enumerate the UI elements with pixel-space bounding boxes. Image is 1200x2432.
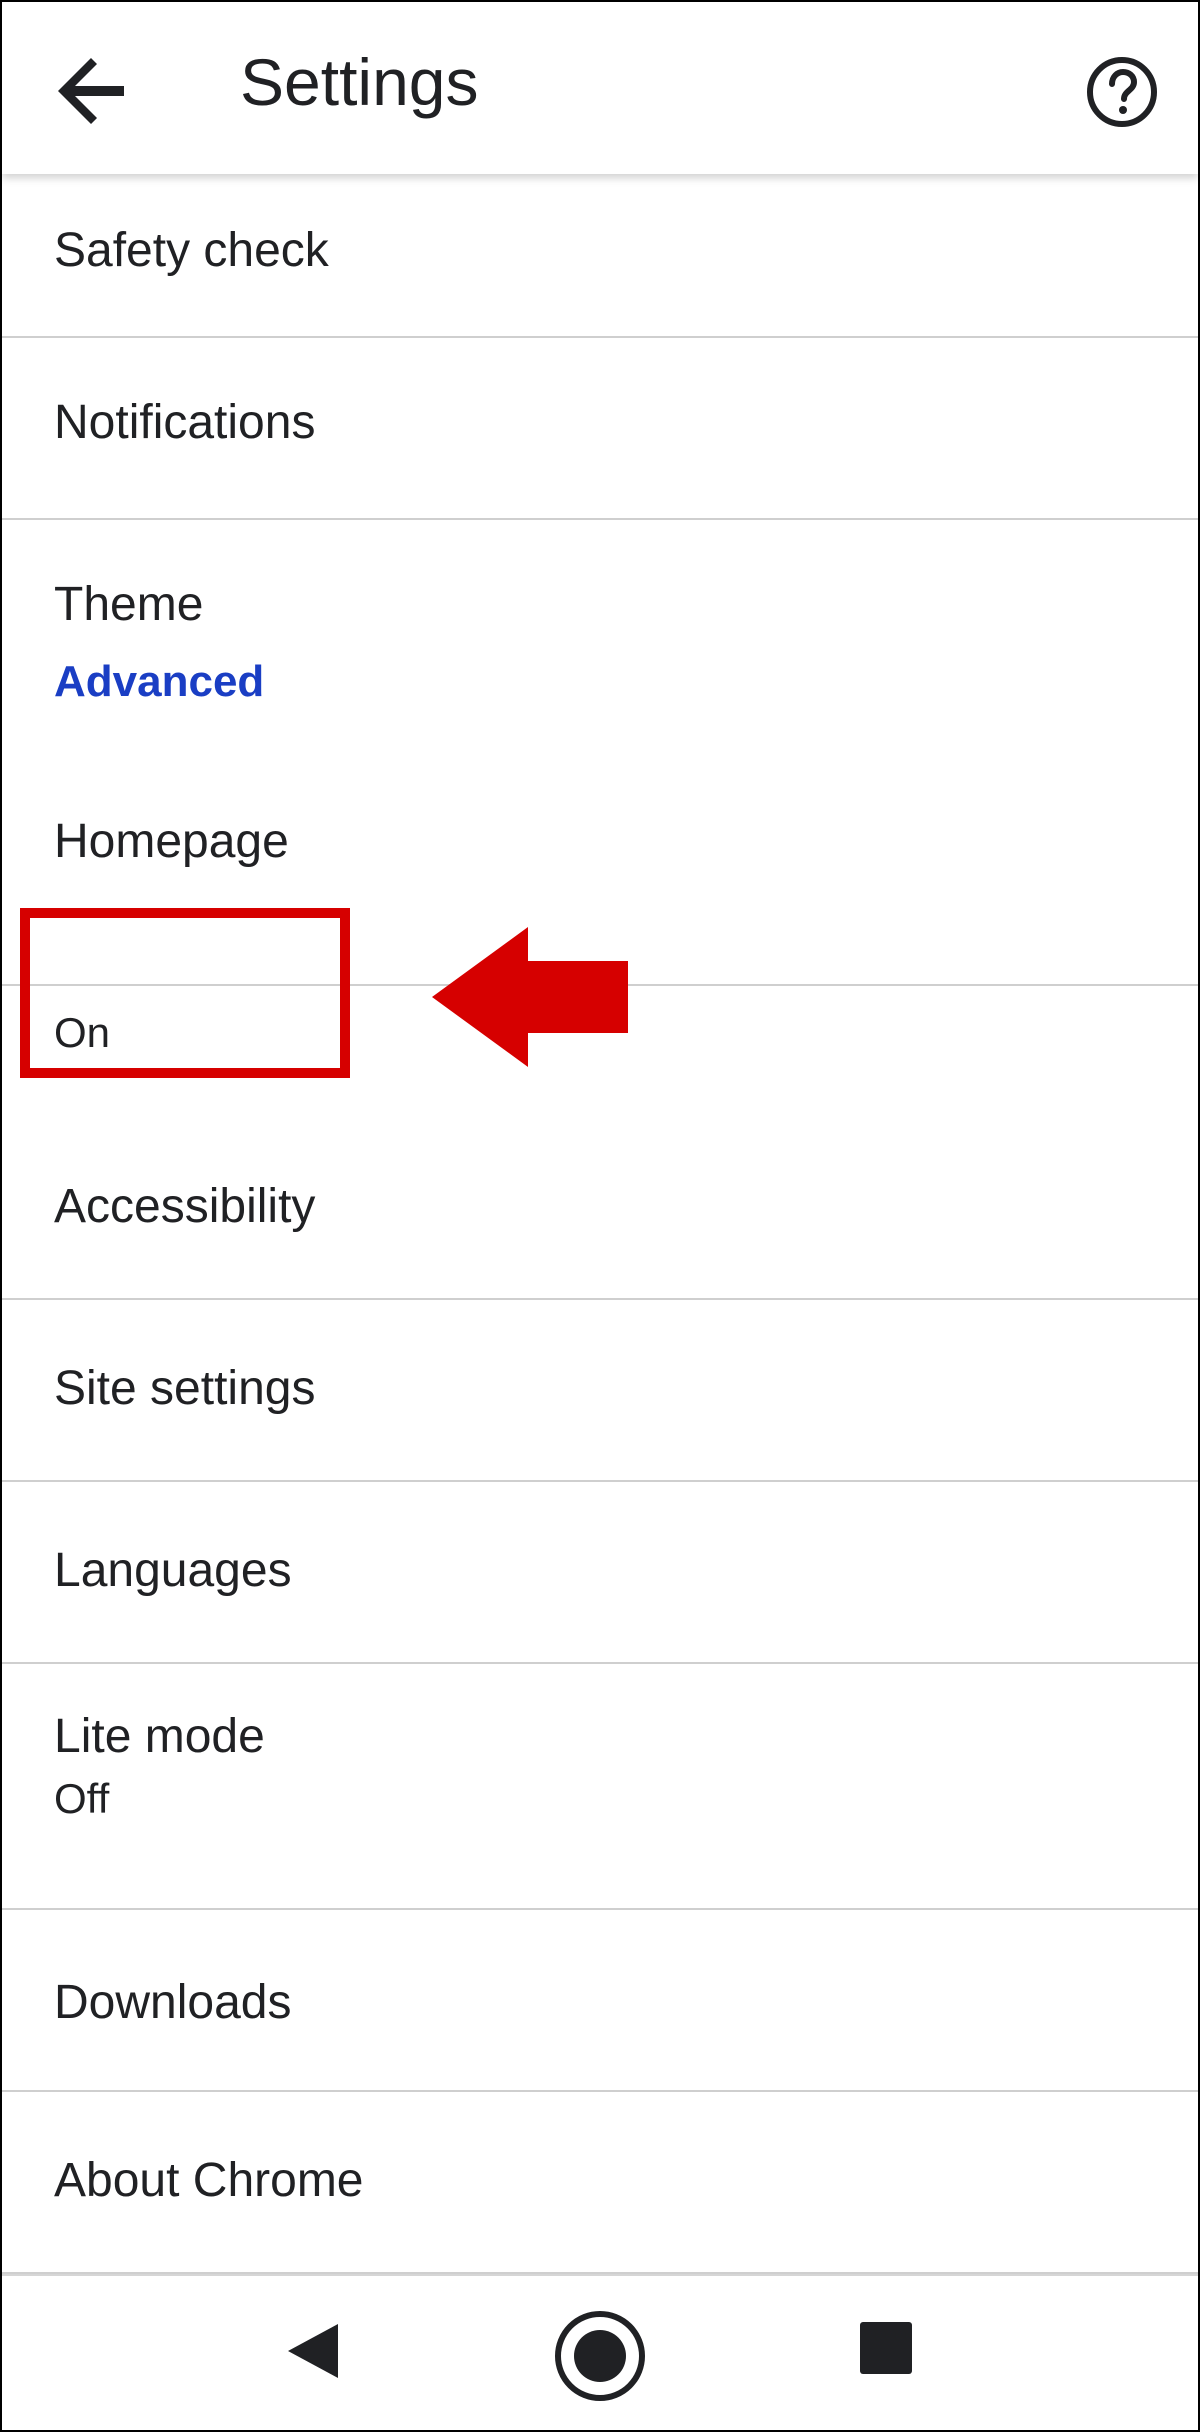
settings-item-status: Off (54, 1775, 110, 1822)
arrow-left-icon (58, 58, 124, 124)
settings-item-label: Notifications (54, 396, 316, 449)
settings-list: Safety check Notifications Theme Advance… (2, 174, 1198, 986)
settings-item-label: Site settings (54, 1362, 316, 1415)
circle-home-icon[interactable] (550, 2306, 650, 2406)
settings-item-label: About Chrome (54, 2154, 364, 2207)
system-navigation-bar (2, 2274, 1198, 2430)
settings-item-accessibility[interactable]: Accessibility (2, 1118, 1198, 1300)
settings-item-label: Safety check (54, 224, 329, 277)
settings-item-theme[interactable]: Theme (2, 520, 1198, 670)
app-bar: Settings (2, 2, 1198, 174)
settings-item-label: Accessibility (54, 1180, 316, 1233)
settings-list-continued: Accessibility Site settings Languages Li… (2, 1118, 1198, 2274)
red-arrow-pointing-left-icon (432, 927, 628, 1067)
settings-item-label: Lite mode (54, 1710, 265, 1763)
square-recents-icon[interactable] (858, 2320, 914, 2376)
screen-frame: Settings Safety check Notifications Them… (0, 0, 1200, 2432)
settings-item-label: Homepage (54, 815, 289, 868)
settings-item-lite-mode[interactable]: Lite mode Off (2, 1664, 1198, 1910)
advanced-section-header: Advanced (2, 657, 1198, 706)
settings-item-notifications[interactable]: Notifications (2, 338, 1198, 520)
settings-item-label: Downloads (54, 1976, 292, 2029)
settings-item-label: Theme (54, 578, 204, 631)
settings-item-site-settings[interactable]: Site settings (2, 1300, 1198, 1482)
settings-item-safety-check[interactable]: Safety check (2, 174, 1198, 338)
settings-item-about-chrome[interactable]: About Chrome (2, 2092, 1198, 2274)
settings-item-languages[interactable]: Languages (2, 1482, 1198, 1664)
homepage-highlight-box (20, 908, 350, 1078)
settings-item-label: Languages (54, 1544, 292, 1597)
triangle-back-icon[interactable] (282, 2316, 352, 2386)
settings-item-downloads[interactable]: Downloads (2, 1910, 1198, 2092)
back-button[interactable] (42, 42, 142, 142)
help-button[interactable] (1072, 42, 1172, 142)
help-circle-icon (1087, 57, 1157, 127)
page-title: Settings (240, 45, 479, 119)
